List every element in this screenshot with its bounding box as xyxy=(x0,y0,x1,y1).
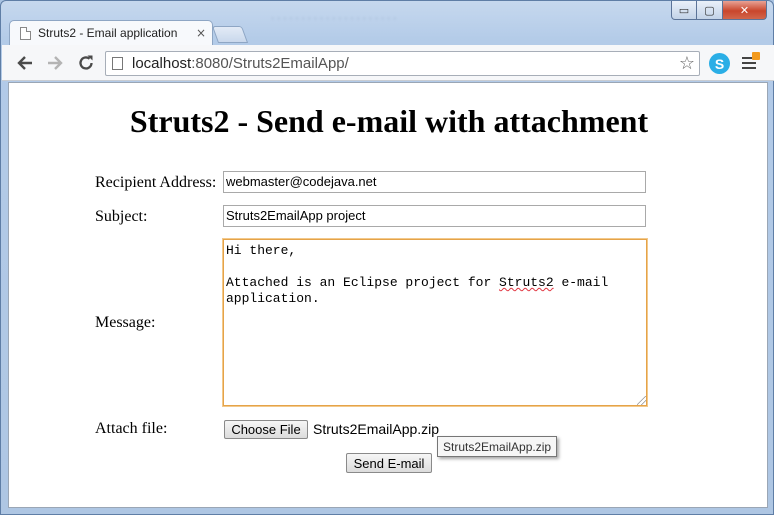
message-label: Message: xyxy=(95,314,156,331)
arrow-left-icon xyxy=(17,56,32,70)
file-tooltip: Struts2EmailApp.zip xyxy=(437,436,558,457)
minimize-button[interactable]: ▭ xyxy=(671,1,697,20)
reload-button[interactable] xyxy=(75,52,97,74)
address-bar[interactable]: localhost:8080/Struts2EmailApp/ ☆ xyxy=(105,51,700,76)
update-badge-icon xyxy=(752,52,760,60)
minimize-icon: ▭ xyxy=(678,3,690,17)
recipient-label: Recipient Address: xyxy=(95,174,217,191)
menu-bar-line xyxy=(742,67,756,69)
send-email-button[interactable]: Send E-mail xyxy=(346,453,432,473)
browser-window: · · · · · · · · · · · · · · · · · · · · … xyxy=(0,0,774,515)
message-line: Attached is an Eclipse project for xyxy=(226,275,500,290)
misspelled-word: Struts2 xyxy=(499,275,554,290)
menu-bar-line xyxy=(742,62,756,64)
maximize-button[interactable]: ▢ xyxy=(697,1,723,20)
new-tab-button[interactable] xyxy=(211,26,249,43)
url-path: :8080/Struts2EmailApp/ xyxy=(191,55,349,72)
window-controls: ▭ ▢ ✕ xyxy=(671,1,767,20)
page-viewport: Struts2 - Send e-mail with attachment Re… xyxy=(8,82,768,508)
url-host: localhost xyxy=(132,55,192,72)
browser-toolbar: localhost:8080/Struts2EmailApp/ ☆ S xyxy=(2,45,774,81)
page-favicon-icon xyxy=(20,26,31,40)
arrow-right-icon xyxy=(48,56,63,70)
message-textarea[interactable]: Hi there, Attached is an Eclipse project… xyxy=(223,239,647,406)
close-window-button[interactable]: ✕ xyxy=(723,1,767,20)
forward-button[interactable] xyxy=(44,52,66,74)
page-title: Struts2 - Send e-mail with attachment xyxy=(129,103,649,139)
tab-title: Struts2 - Email application xyxy=(38,26,178,40)
textarea-resize-handle[interactable] xyxy=(637,396,646,405)
message-line: Hi there, xyxy=(226,243,297,258)
close-icon: ✕ xyxy=(739,3,750,17)
choose-file-button[interactable]: Choose File xyxy=(224,420,308,439)
url-text[interactable]: localhost:8080/Struts2EmailApp/ xyxy=(132,55,349,72)
recipient-input[interactable]: webmaster@codejava.net xyxy=(223,171,646,193)
attach-file-label: Attach file: xyxy=(95,420,168,437)
browser-tab[interactable]: Struts2 - Email application × xyxy=(9,20,213,45)
reload-icon xyxy=(79,55,93,70)
subject-input[interactable]: Struts2EmailApp project xyxy=(223,205,646,227)
chosen-file-name: Struts2EmailApp.zip xyxy=(313,421,440,437)
skype-icon[interactable]: S xyxy=(709,53,730,74)
message-line: e-mail xyxy=(553,275,609,290)
maximize-icon: ▢ xyxy=(704,3,715,17)
subject-label: Subject: xyxy=(95,208,148,225)
page-icon xyxy=(112,57,123,70)
tab-close-icon[interactable]: × xyxy=(196,26,206,40)
hamburger-menu-icon[interactable] xyxy=(742,52,760,72)
blurred-background-title: · · · · · · · · · · · · · · · · · · · · … xyxy=(271,13,397,24)
back-button[interactable] xyxy=(14,52,36,74)
message-line: application. xyxy=(226,291,320,306)
star-icon[interactable]: ☆ xyxy=(679,53,695,74)
